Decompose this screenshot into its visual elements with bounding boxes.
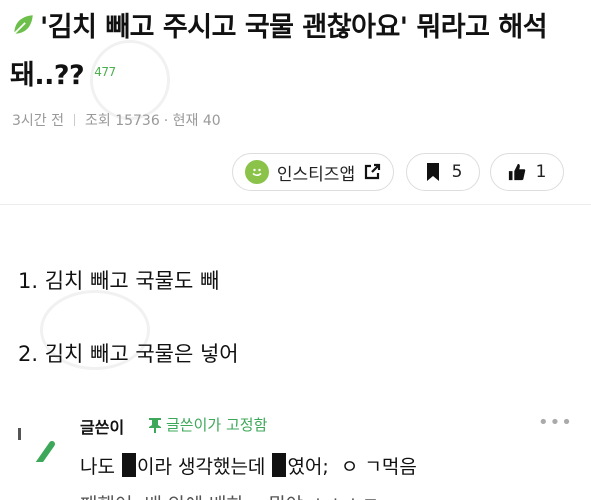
content-line-1: 1. 김치 빼고 국물도 빼 <box>18 269 220 293</box>
time-ago: 3시간 전 <box>12 113 64 129</box>
more-options-icon[interactable]: ••• <box>538 412 573 433</box>
pin-icon <box>149 417 161 433</box>
comment-text-part: 나도 <box>80 456 121 478</box>
comment-text-part: 이라 생각했는데 <box>137 456 272 478</box>
comment-author[interactable]: 글쓴이 <box>80 414 124 438</box>
thumbs-up-icon <box>508 163 525 181</box>
comment-text-part: ㅇ ㄱ먹음 <box>340 456 417 478</box>
open-app-label: 인스티즈앱 <box>276 164 356 185</box>
pinned-badge: 글쓴이가 고정함 <box>148 414 267 435</box>
like-button[interactable]: 1 <box>490 153 564 191</box>
comment-text-line-2: 패했어. 배 안에 배하... 뭐야 ㅎㅎㅎㅋ <box>80 490 460 500</box>
section-divider <box>0 204 591 205</box>
post-title: '김치 빼고 주시고 국물 괜찮아요' 뭐라고 해석돼..?? 477 <box>10 6 582 98</box>
open-app-button[interactable]: 인스티즈앱 <box>232 153 394 191</box>
meta-divider <box>74 114 75 126</box>
bookmark-icon <box>426 163 439 181</box>
leaf-icon <box>13 15 33 35</box>
bookmark-button[interactable]: 5 <box>406 153 480 191</box>
current-viewers: · 현재 40 <box>163 113 221 129</box>
comment-count[interactable]: 477 <box>94 65 116 79</box>
like-count: 1 <box>535 162 547 182</box>
redaction-block <box>272 453 287 477</box>
comment-text-cutoff: 패했어. 배 안에 배하... 뭐야 ㅎㅎㅎㅋ <box>80 488 460 500</box>
comment-text: 나도 이라 생각했는데 였어; ㅇ ㄱ먹음 <box>80 452 417 479</box>
post-meta: 3시간 전 조회 15736 · 현재 40 <box>12 110 221 130</box>
external-link-icon <box>364 163 381 180</box>
comment-item: 글쓴이 글쓴이가 고정함 ••• 나도 이라 생각했는데 였어; ㅇ ㄱ먹음 패… <box>0 400 591 500</box>
redaction-block <box>122 453 136 477</box>
author-avatar <box>18 428 55 462</box>
pinned-label: 글쓴이가 고정함 <box>166 416 268 434</box>
content-line-2: 2. 김치 빼고 국물은 넣어 <box>18 342 239 366</box>
view-count: 조회 15736 <box>85 113 160 129</box>
comment-text-part: 였어; <box>287 456 335 478</box>
bookmark-count: 5 <box>451 162 463 182</box>
smile-icon <box>244 160 269 184</box>
post-title-text: '김치 빼고 주시고 국물 괜찮아요' 뭐라고 해석돼..?? <box>10 12 548 91</box>
